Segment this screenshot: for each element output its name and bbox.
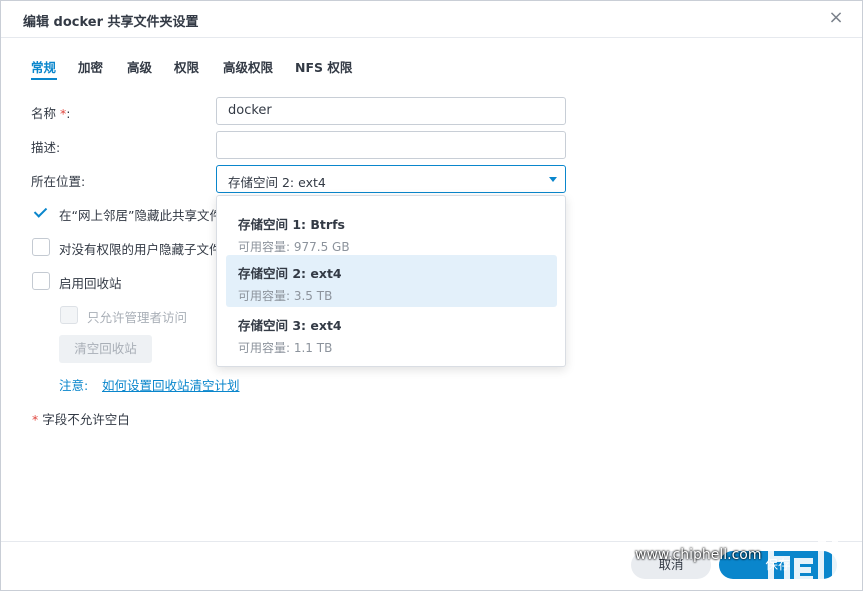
note-label: 注意: bbox=[59, 378, 89, 393]
tab-encryption[interactable]: 加密 bbox=[78, 57, 103, 76]
hide-network-checkbox[interactable] bbox=[32, 204, 50, 222]
option-name: 存储空间 2: ext4 bbox=[238, 266, 342, 281]
titlebar: 编辑 docker 共享文件夹设置 × bbox=[1, 1, 862, 38]
close-icon[interactable]: × bbox=[825, 7, 847, 29]
option-capacity: 可用容量: 3.5 TB bbox=[238, 289, 333, 303]
dropdown-option-volume-3[interactable]: 存储空间 3: ext4 可用容量: 1.1 TB bbox=[226, 307, 557, 359]
recycle-schedule-link[interactable]: 如何设置回收站清空计划 bbox=[102, 375, 240, 394]
location-dropdown: 存储空间 1: Btrfs 可用容量: 977.5 GB 存储空间 2: ext… bbox=[216, 195, 566, 367]
active-tab-indicator bbox=[31, 78, 57, 80]
hide-subfolders-checkbox[interactable] bbox=[32, 238, 50, 256]
name-label: 名称 *: bbox=[31, 106, 71, 121]
chiphell-logo-icon bbox=[766, 479, 844, 582]
dialog-title: 编辑 docker 共享文件夹设置 bbox=[23, 15, 199, 30]
tab-advanced-permissions[interactable]: 高级权限 bbox=[223, 57, 273, 76]
tab-advanced[interactable]: 高级 bbox=[127, 57, 152, 76]
option-name: 存储空间 1: Btrfs bbox=[238, 217, 345, 232]
location-label: 所在位置: bbox=[31, 174, 86, 189]
empty-recycle-button[interactable]: 清空回收站 bbox=[59, 335, 152, 363]
admin-only-label: 只允许管理者访问 bbox=[87, 310, 188, 325]
option-capacity: 可用容量: 977.5 GB bbox=[238, 240, 350, 254]
hide-network-label: 在“网上邻居”隐藏此共享文件 bbox=[59, 208, 222, 223]
location-select[interactable]: 存储空间 2: ext4 bbox=[216, 165, 566, 193]
recycle-bin-label: 启用回收站 bbox=[59, 276, 122, 291]
tab-permissions[interactable]: 权限 bbox=[174, 57, 199, 76]
option-name: 存储空间 3: ext4 bbox=[238, 318, 342, 333]
description-label: 描述: bbox=[31, 140, 61, 155]
chevron-down-icon bbox=[549, 177, 557, 182]
option-capacity: 可用容量: 1.1 TB bbox=[238, 341, 333, 355]
name-field[interactable]: docker bbox=[216, 97, 566, 125]
watermark-text: www.chiphell.com bbox=[635, 547, 762, 563]
dropdown-option-volume-1[interactable]: 存储空间 1: Btrfs 可用容量: 977.5 GB bbox=[226, 200, 557, 254]
tab-nfs-permissions[interactable]: NFS 权限 bbox=[295, 57, 352, 76]
dialog: 编辑 docker 共享文件夹设置 × 常规 加密 高级 权限 高级权限 NFS… bbox=[0, 0, 863, 591]
dropdown-option-volume-2[interactable]: 存储空间 2: ext4 可用容量: 3.5 TB bbox=[226, 255, 557, 307]
required-footnote: * 字段不允许空白 bbox=[32, 412, 130, 427]
admin-only-checkbox[interactable] bbox=[60, 306, 78, 324]
footer-divider bbox=[1, 541, 862, 542]
tab-general[interactable]: 常规 bbox=[31, 57, 56, 76]
hide-subfolders-label: 对没有权限的用户隐藏子文件 bbox=[59, 242, 222, 257]
description-field[interactable] bbox=[216, 131, 566, 159]
recycle-bin-checkbox[interactable] bbox=[32, 272, 50, 290]
location-select-value: 存储空间 2: ext4 bbox=[228, 175, 326, 190]
